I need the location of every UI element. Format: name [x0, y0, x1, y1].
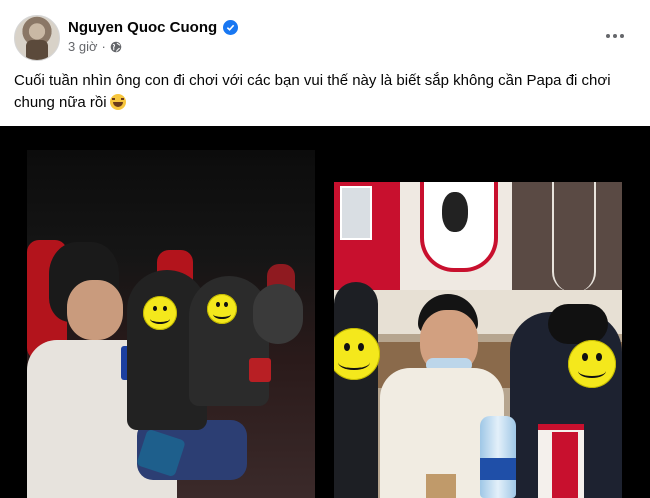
- popcorn-cup: [249, 358, 271, 382]
- author-name[interactable]: Nguyen Quoc Cuong: [68, 19, 217, 36]
- kid-face: [67, 280, 123, 340]
- author-row: Nguyen Quoc Cuong: [68, 16, 239, 38]
- post-media[interactable]: [0, 126, 650, 498]
- kfc-box-stripe: [552, 432, 578, 498]
- kfc-wall-stripes: [552, 182, 596, 292]
- more-options-icon[interactable]: [600, 21, 630, 51]
- smiley-face-sticker: [568, 340, 616, 388]
- kid-figure: [253, 284, 303, 344]
- post-header: Nguyen Quoc Cuong 3 giờ ·: [14, 13, 634, 61]
- post-caption: Cuối tuần nhìn ông con đi chơi với các b…: [14, 70, 636, 114]
- kfc-window: [340, 186, 372, 240]
- avatar[interactable]: [14, 15, 60, 61]
- water-bottle: [480, 416, 516, 498]
- smiley-face-sticker: [143, 296, 177, 330]
- verified-badge-icon: [223, 19, 239, 35]
- globe-icon[interactable]: [110, 41, 122, 53]
- meta-separator: ·: [101, 39, 106, 54]
- post-meta: 3 giờ ·: [68, 39, 122, 54]
- kid-hair: [548, 304, 608, 344]
- smiley-face-sticker: [207, 294, 237, 324]
- photo-restaurant[interactable]: [334, 182, 622, 498]
- post-card: Nguyen Quoc Cuong 3 giờ · Cuối tuần nhìn…: [0, 0, 650, 498]
- laughing-crying-emoji-icon: [109, 94, 126, 110]
- photo-cinema[interactable]: [27, 150, 315, 498]
- kfc-colonel-face: [442, 192, 468, 232]
- caption-text: Cuối tuần nhìn ông con đi chơi với các b…: [14, 72, 611, 111]
- food-bag: [426, 474, 456, 498]
- water-bottle-label: [480, 458, 516, 480]
- post-timestamp[interactable]: 3 giờ: [68, 39, 98, 54]
- kid-figure: [334, 282, 378, 498]
